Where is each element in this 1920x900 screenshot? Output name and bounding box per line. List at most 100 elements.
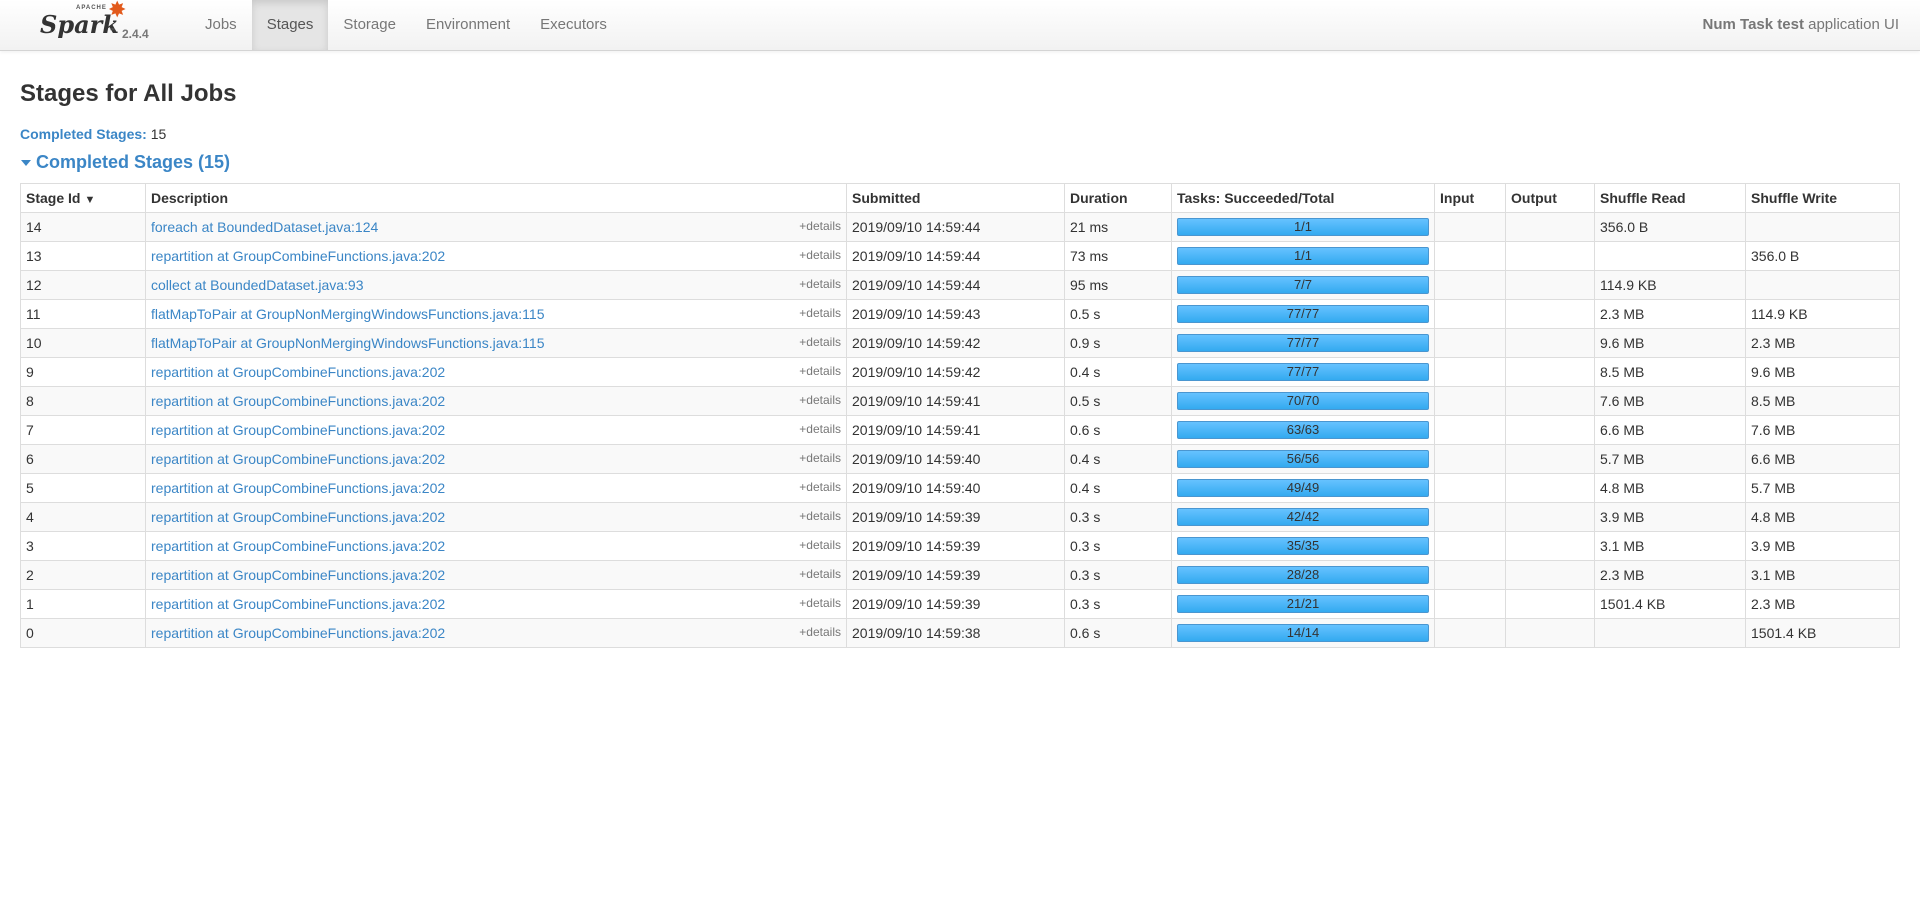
stage-id-cell: 12 <box>20 270 146 300</box>
tasks-cell: 42/42 <box>1171 502 1435 532</box>
header-duration[interactable]: Duration <box>1064 183 1172 213</box>
completed-stages-toggle[interactable]: Completed Stages (15) <box>20 152 1900 173</box>
stage-description-link[interactable]: foreach at BoundedDataset.java:124 <box>151 219 378 235</box>
duration-cell: 73 ms <box>1064 241 1172 271</box>
duration-cell: 0.5 s <box>1064 299 1172 329</box>
details-toggle[interactable]: +details <box>799 625 841 639</box>
shuffle-read-cell: 4.8 MB <box>1594 473 1746 503</box>
task-progress-label: 77/77 <box>1286 335 1320 350</box>
stage-description-link[interactable]: repartition at GroupCombineFunctions.jav… <box>151 567 445 583</box>
details-toggle[interactable]: +details <box>799 480 841 494</box>
header-stage-id[interactable]: Stage Id ▼ <box>20 183 146 213</box>
details-toggle[interactable]: +details <box>799 596 841 610</box>
details-toggle[interactable]: +details <box>799 219 841 233</box>
stage-id-cell: 10 <box>20 328 146 358</box>
tasks-cell: 14/14 <box>1171 618 1435 648</box>
details-toggle[interactable]: +details <box>799 509 841 523</box>
stage-description-link[interactable]: repartition at GroupCombineFunctions.jav… <box>151 248 445 264</box>
stage-description-link[interactable]: repartition at GroupCombineFunctions.jav… <box>151 451 445 467</box>
task-progress-label: 14/14 <box>1286 625 1320 640</box>
output-cell <box>1505 328 1595 358</box>
header-input[interactable]: Input <box>1434 183 1506 213</box>
input-cell <box>1434 560 1506 590</box>
stage-description-link[interactable]: flatMapToPair at GroupNonMergingWindowsF… <box>151 335 545 351</box>
stage-description-link[interactable]: repartition at GroupCombineFunctions.jav… <box>151 538 445 554</box>
tab-environment[interactable]: Environment <box>411 0 525 50</box>
header-tasks[interactable]: Tasks: Succeeded/Total <box>1171 183 1435 213</box>
stage-description-link[interactable]: repartition at GroupCombineFunctions.jav… <box>151 393 445 409</box>
completed-stages-link[interactable]: Completed Stages: <box>20 126 147 142</box>
details-toggle[interactable]: +details <box>799 364 841 378</box>
stage-id-cell: 5 <box>20 473 146 503</box>
description-cell: repartition at GroupCombineFunctions.jav… <box>145 386 847 416</box>
header-output[interactable]: Output <box>1505 183 1595 213</box>
stage-description-link[interactable]: repartition at GroupCombineFunctions.jav… <box>151 480 445 496</box>
details-toggle[interactable]: +details <box>799 451 841 465</box>
table-row: 7 repartition at GroupCombineFunctions.ja… <box>20 415 1900 445</box>
task-progress-label: 21/21 <box>1286 596 1320 611</box>
stage-id-cell: 2 <box>20 560 146 590</box>
duration-cell: 0.5 s <box>1064 386 1172 416</box>
details-toggle[interactable]: +details <box>799 335 841 349</box>
stage-description-link[interactable]: flatMapToPair at GroupNonMergingWindowsF… <box>151 306 545 322</box>
app-name-strong: Num Task test <box>1702 16 1804 33</box>
stage-description-link[interactable]: repartition at GroupCombineFunctions.jav… <box>151 596 445 612</box>
tasks-cell: 1/1 <box>1171 212 1435 242</box>
description-cell: repartition at GroupCombineFunctions.jav… <box>145 531 847 561</box>
submitted-cell: 2019/09/10 14:59:39 <box>846 531 1065 561</box>
details-toggle[interactable]: +details <box>799 277 841 291</box>
shuffle-write-cell: 9.6 MB <box>1745 357 1900 387</box>
details-toggle[interactable]: +details <box>799 422 841 436</box>
output-cell <box>1505 212 1595 242</box>
details-toggle[interactable]: +details <box>799 538 841 552</box>
stage-description-link[interactable]: repartition at GroupCombineFunctions.jav… <box>151 422 445 438</box>
tab-executors[interactable]: Executors <box>525 0 622 50</box>
tab-stages[interactable]: Stages <box>251 0 329 50</box>
tab-storage[interactable]: Storage <box>328 0 411 50</box>
header-shuffle-read[interactable]: Shuffle Read <box>1594 183 1746 213</box>
details-toggle[interactable]: +details <box>799 248 841 262</box>
tab-jobs[interactable]: Jobs <box>190 0 252 50</box>
description-cell: repartition at GroupCombineFunctions.jav… <box>145 473 847 503</box>
output-cell <box>1505 299 1595 329</box>
submitted-cell: 2019/09/10 14:59:43 <box>846 299 1065 329</box>
stage-description-link[interactable]: collect at BoundedDataset.java:93 <box>151 277 363 293</box>
stage-summary: Completed Stages: 15 <box>20 126 1900 142</box>
shuffle-write-cell: 8.5 MB <box>1745 386 1900 416</box>
spark-logo[interactable]: APACHE Spark ✸ ™ 2.4.4 <box>38 0 153 50</box>
details-toggle[interactable]: +details <box>799 306 841 320</box>
shuffle-read-cell: 3.1 MB <box>1594 531 1746 561</box>
tasks-cell: 56/56 <box>1171 444 1435 474</box>
duration-cell: 0.9 s <box>1064 328 1172 358</box>
stages-table: Stage Id ▼ Description Submitted Duration… <box>20 183 1900 648</box>
input-cell <box>1434 212 1506 242</box>
task-progress-bar: 14/14 <box>1177 624 1429 642</box>
stages-table-body: 14 foreach at BoundedDataset.java:124 +det… <box>20 212 1900 648</box>
shuffle-write-cell: 4.8 MB <box>1745 502 1900 532</box>
shuffle-write-cell: 5.7 MB <box>1745 473 1900 503</box>
section-title: Completed Stages (15) <box>36 152 231 172</box>
header-shuffle-write[interactable]: Shuffle Write <box>1745 183 1900 213</box>
task-progress-label: 70/70 <box>1286 393 1320 408</box>
stage-id-cell: 14 <box>20 212 146 242</box>
header-submitted[interactable]: Submitted <box>846 183 1065 213</box>
table-header-row: Stage Id ▼ Description Submitted Duration… <box>20 183 1900 213</box>
task-progress-label: 77/77 <box>1286 306 1320 321</box>
stage-id-cell: 8 <box>20 386 146 416</box>
table-row: 3 repartition at GroupCombineFunctions.ja… <box>20 531 1900 561</box>
shuffle-write-cell: 1501.4 KB <box>1745 618 1900 648</box>
stage-description-link[interactable]: repartition at GroupCombineFunctions.jav… <box>151 509 445 525</box>
stage-description-link[interactable]: repartition at GroupCombineFunctions.jav… <box>151 625 445 641</box>
details-toggle[interactable]: +details <box>799 393 841 407</box>
description-cell: repartition at GroupCombineFunctions.jav… <box>145 415 847 445</box>
output-cell <box>1505 415 1595 445</box>
header-description[interactable]: Description <box>145 183 847 213</box>
tasks-cell: 77/77 <box>1171 357 1435 387</box>
task-progress-bar: 77/77 <box>1177 334 1429 352</box>
task-progress-label: 28/28 <box>1286 567 1320 582</box>
stage-description-link[interactable]: repartition at GroupCombineFunctions.jav… <box>151 364 445 380</box>
input-cell <box>1434 299 1506 329</box>
details-toggle[interactable]: +details <box>799 567 841 581</box>
duration-cell: 0.4 s <box>1064 444 1172 474</box>
description-cell: repartition at GroupCombineFunctions.jav… <box>145 444 847 474</box>
